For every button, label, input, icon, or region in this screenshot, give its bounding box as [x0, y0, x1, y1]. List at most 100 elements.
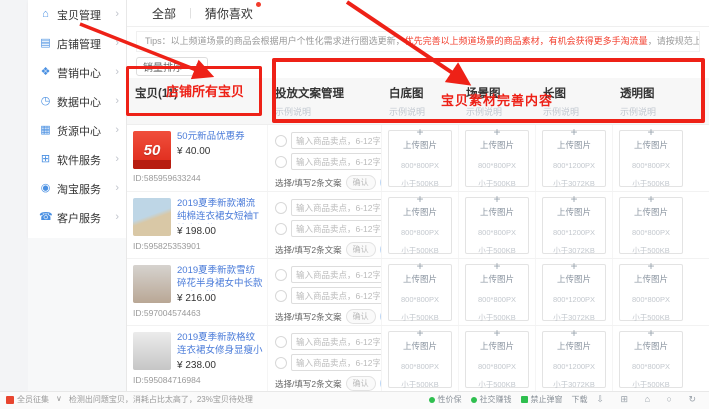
- sort-select[interactable]: 销量排序 ∨: [136, 57, 208, 76]
- copy-note: 选择/填写2条文案: [275, 311, 342, 323]
- header-example-link[interactable]: 示例说明: [275, 105, 373, 118]
- checkbox[interactable]: [275, 290, 287, 302]
- upload-white-bg-button[interactable]: + 上传图片 800*800PX小于500KB: [388, 331, 452, 388]
- upload-white-bg-button[interactable]: + 上传图片 800*800PX小于500KB: [388, 130, 452, 187]
- sidebar-item-taobao-service[interactable]: ◉ 淘宝服务 ›: [28, 174, 126, 203]
- checkbox[interactable]: [275, 269, 287, 281]
- sidebar-item-software-service[interactable]: ⊞ 软件服务 ›: [28, 145, 126, 174]
- confirm-button[interactable]: 确认: [346, 242, 376, 257]
- product-cell: 2019夏季新款潮流纯棉连衣裙女短袖T恤中长款 ¥ 198.00 ID:5958…: [127, 192, 267, 258]
- header-example-link[interactable]: 示例说明: [389, 105, 450, 118]
- upload-scene-button[interactable]: + 上传图片 800*800PX小于500KB: [465, 331, 529, 388]
- header-scene-image: 场景图 示例说明: [458, 78, 535, 124]
- coupon-band: [133, 160, 171, 169]
- tips-prefix: Tips：以上频道场景的商品会根据用户个性化需求进行圈选更新，: [145, 36, 405, 46]
- product-title-link[interactable]: 50元新品优惠券: [177, 131, 245, 144]
- status-brand[interactable]: 全员征集: [6, 394, 49, 405]
- tab-all[interactable]: 全部: [150, 5, 178, 22]
- sidebar-item-customer-service[interactable]: ☎ 客户服务 ›: [28, 203, 126, 232]
- product-cell: 2019夏季新款格纹连衣裙女修身显瘦小众网红 ¥ 238.00 ID:59508…: [127, 326, 267, 392]
- upload-limit: 小于500KB: [478, 179, 516, 188]
- upload-scene-button[interactable]: + 上传图片 800*800PX小于500KB: [465, 130, 529, 187]
- confirm-button[interactable]: 确认: [346, 376, 376, 391]
- chevron-right-icon: ›: [115, 212, 119, 223]
- upload-transparent-button[interactable]: + 上传图片 800*800PX小于500KB: [619, 331, 683, 388]
- status-toggle[interactable]: 性价保: [429, 394, 462, 405]
- toolbar-icons[interactable]: ⇩ ⊞ ⌂ ○ ↻: [597, 394, 704, 405]
- white-bg-upload-cell: + 上传图片 800*800PX小于500KB: [381, 326, 458, 392]
- checkbox[interactable]: [275, 202, 287, 214]
- chevron-down-icon[interactable]: ∨: [56, 394, 62, 403]
- confirm-button[interactable]: 确认: [346, 309, 376, 324]
- upload-white-bg-button[interactable]: + 上传图片 800*800PX小于500KB: [388, 197, 452, 254]
- software-icon: ⊞: [39, 154, 52, 165]
- tips-suffix: ，请按规范上传素材: [648, 36, 700, 46]
- upload-long-button[interactable]: + 上传图片 800*1200PX小于3072KB: [542, 197, 606, 254]
- upload-label: 上传图片: [634, 273, 668, 285]
- upload-limit: 小于500KB: [478, 380, 516, 389]
- product-price: ¥ 216.00: [177, 293, 263, 304]
- sidebar-item-marketing-center[interactable]: ❖ 营销中心 ›: [28, 58, 126, 87]
- product-title-link[interactable]: 2019夏季新款格纹连衣裙女修身显瘦小众网红: [177, 332, 263, 358]
- upload-size: 800*800PX: [632, 161, 670, 170]
- selling-point-input[interactable]: [291, 153, 381, 170]
- upload-size: 800*1200PX: [553, 362, 595, 371]
- notification-dot-icon: [256, 2, 261, 7]
- sidebar-item-baobei-manage[interactable]: ⌂ 宝贝管理 ›: [28, 0, 126, 29]
- upload-long-button[interactable]: + 上传图片 800*1200PX小于3072KB: [542, 130, 606, 187]
- plus-icon: +: [647, 327, 654, 339]
- download-label: 下载: [572, 394, 588, 405]
- long-upload-cell: + 上传图片 800*1200PX小于3072KB: [535, 326, 612, 392]
- upload-limit: 小于500KB: [478, 246, 516, 255]
- selling-point-input[interactable]: [291, 354, 381, 371]
- product-cell: 2019夏季新款雪纺碎花半身裙女中长款显瘦百搭 ¥ 216.00 ID:5970…: [127, 259, 267, 325]
- upload-long-button[interactable]: + 上传图片 800*1200PX小于3072KB: [542, 264, 606, 321]
- product-image: [133, 265, 171, 303]
- upload-long-button[interactable]: + 上传图片 800*1200PX小于3072KB: [542, 331, 606, 388]
- selling-point-input[interactable]: [291, 132, 381, 149]
- product-price: ¥ 198.00: [177, 226, 263, 237]
- product-image: [133, 332, 171, 370]
- checkbox[interactable]: [275, 223, 287, 235]
- sidebar-item-supply-center[interactable]: ▦ 货源中心 ›: [28, 116, 126, 145]
- upload-label: 上传图片: [634, 139, 668, 151]
- upload-transparent-button[interactable]: + 上传图片 800*800PX小于500KB: [619, 264, 683, 321]
- upload-scene-button[interactable]: + 上传图片 800*800PX小于500KB: [465, 264, 529, 321]
- header-example-link[interactable]: 示例说明: [466, 105, 527, 118]
- scene-upload-cell: + 上传图片 800*800PX小于500KB: [458, 259, 535, 325]
- tab-guess-you-like[interactable]: 猜你喜欢: [203, 5, 255, 22]
- upload-scene-button[interactable]: + 上传图片 800*800PX小于500KB: [465, 197, 529, 254]
- sidebar-item-label: 店铺管理: [57, 36, 115, 52]
- supply-icon: ▦: [39, 125, 52, 136]
- upload-limit: 小于500KB: [401, 313, 439, 322]
- header-example-link[interactable]: 示例说明: [620, 105, 681, 118]
- status-toggle[interactable]: 社交赚钱: [471, 394, 512, 405]
- download-button[interactable]: 下载: [572, 394, 588, 405]
- sidebar-item-data-center[interactable]: ◷ 数据中心 ›: [28, 87, 126, 116]
- selling-point-input[interactable]: [291, 199, 381, 216]
- product-title-link[interactable]: 2019夏季新款雪纺碎花半身裙女中长款显瘦百搭: [177, 265, 263, 291]
- upload-transparent-button[interactable]: + 上传图片 800*800PX小于500KB: [619, 197, 683, 254]
- selling-point-input[interactable]: [291, 287, 381, 304]
- product-title-link[interactable]: 2019夏季新款潮流纯棉连衣裙女短袖T恤中长款: [177, 198, 263, 224]
- header-example-link[interactable]: 示例说明: [543, 105, 604, 118]
- checkbox[interactable]: [275, 135, 287, 147]
- checkbox[interactable]: [275, 336, 287, 348]
- checkbox[interactable]: [275, 156, 287, 168]
- upload-white-bg-button[interactable]: + 上传图片 800*800PX小于500KB: [388, 264, 452, 321]
- sidebar-item-shop-manage[interactable]: ▤ 店铺管理 ›: [28, 29, 126, 58]
- selling-point-input[interactable]: [291, 220, 381, 237]
- white-bg-upload-cell: + 上传图片 800*800PX小于500KB: [381, 259, 458, 325]
- selling-point-input[interactable]: [291, 333, 381, 350]
- product-price: ¥ 238.00: [177, 360, 263, 371]
- upload-transparent-button[interactable]: + 上传图片 800*800PX小于500KB: [619, 130, 683, 187]
- selling-point-input[interactable]: [291, 266, 381, 283]
- confirm-button[interactable]: 确认: [346, 175, 376, 190]
- status-toggle[interactable]: 禁止弹窗: [521, 394, 563, 405]
- chevron-right-icon: ›: [115, 96, 119, 107]
- checkbox[interactable]: [275, 357, 287, 369]
- upload-limit: 小于3072KB: [553, 313, 595, 322]
- product-id: ID:585959633244: [133, 173, 263, 183]
- product-price: ¥ 40.00: [177, 146, 245, 157]
- upload-label: 上传图片: [480, 340, 514, 352]
